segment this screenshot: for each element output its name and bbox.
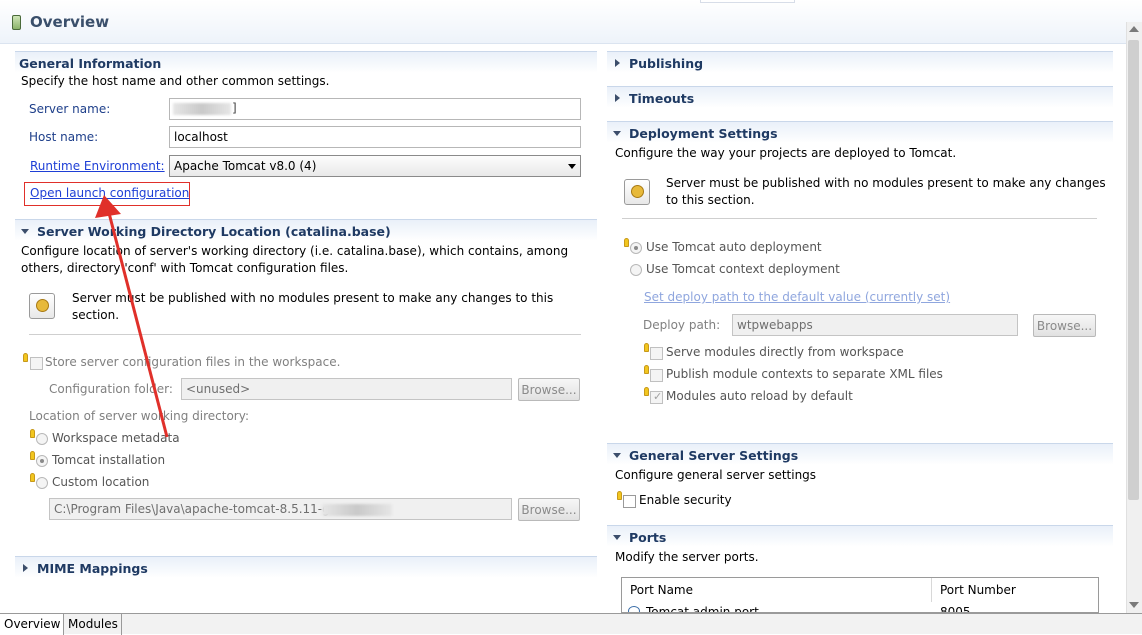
annotation-arrow-line: [107, 212, 169, 438]
annotation-arrow-head: [95, 195, 121, 218]
annotation-arrow: [95, 195, 169, 438]
